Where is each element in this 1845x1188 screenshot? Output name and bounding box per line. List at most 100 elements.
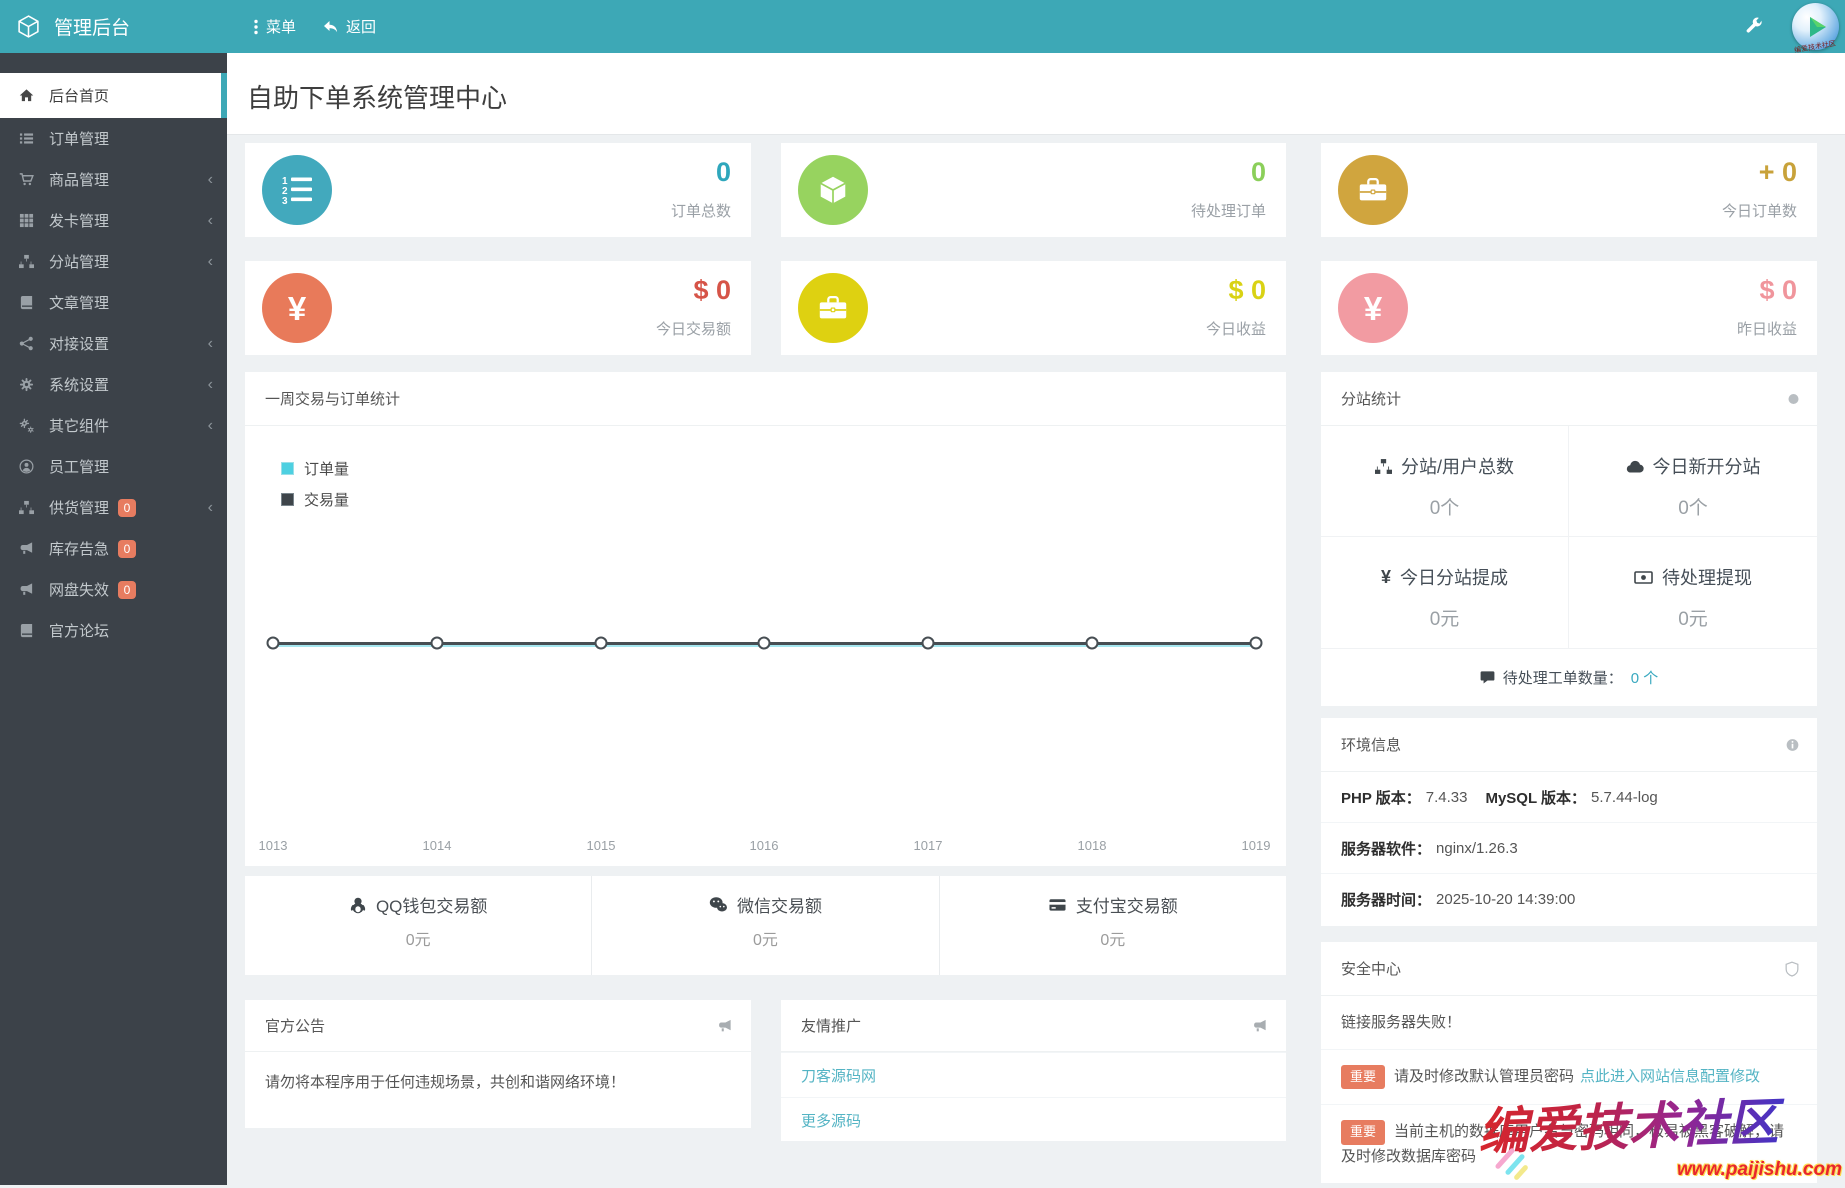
stat-value: + 0 <box>1759 157 1797 188</box>
cart-icon <box>17 172 36 187</box>
stat-value: 0 <box>716 157 731 188</box>
chart-point <box>595 637 608 650</box>
x-tick: 1016 <box>750 838 779 853</box>
reply-arrow-icon <box>322 19 339 34</box>
sidebar-item-components[interactable]: 其它组件 ‹ <box>0 405 227 446</box>
promo-link-daoke[interactable]: 刀客源码网 <box>781 1052 1286 1097</box>
sidebar-item-drive-expired[interactable]: 网盘失效 0 <box>0 569 227 610</box>
sidebar-item-substations[interactable]: 分站管理 ‹ <box>0 241 227 282</box>
chart-point <box>1086 637 1099 650</box>
sidebar-item-home[interactable]: 后台首页 <box>0 73 227 118</box>
cube-logo-icon <box>16 14 41 39</box>
sidebar-item-official-forum[interactable]: 官方论坛 <box>0 610 227 651</box>
promo-link-more[interactable]: 更多源码 <box>781 1097 1286 1142</box>
page-title: 自助下单系统管理中心 <box>247 78 507 115</box>
x-tick: 1019 <box>1242 838 1271 853</box>
line-chart: 订单量 交易量 1013 1014 1015 1016 1017 1018 10… <box>245 426 1286 866</box>
stat-card-today-orders[interactable]: + 0 今日订单数 <box>1321 143 1817 237</box>
list-ol-icon: 123 <box>262 155 332 225</box>
comment-icon <box>1480 670 1495 684</box>
sidebar-item-products[interactable]: 商品管理 ‹ <box>0 159 227 200</box>
share-nodes-icon <box>17 336 36 351</box>
pending-tickets-row: 待处理工单数量： 0 个 <box>1321 648 1817 705</box>
menu-toggle-button[interactable]: 菜单 <box>253 0 296 53</box>
qq-icon <box>349 896 367 914</box>
sidebar-item-orders[interactable]: 订单管理 <box>0 118 227 159</box>
count-badge: 0 <box>118 499 136 517</box>
sidebar-item-suppliers[interactable]: 供货管理 0 ‹ <box>0 487 227 528</box>
grid-icon <box>17 213 36 228</box>
security-center-panel: 安全中心 链接服务器失败！ 重要请及时修改默认管理员密码点此进入网站信息配置修改… <box>1321 942 1817 1183</box>
yen-icon: ¥ <box>1381 567 1391 588</box>
bullhorn-icon <box>17 541 36 556</box>
stat-label: 今日收益 <box>1206 318 1266 339</box>
sitemap-icon <box>17 254 36 269</box>
stat-card-today-volume[interactable]: ¥ $ 0 今日交易额 <box>245 261 751 355</box>
announcement-panel: 官方公告 请勿将本程序用于任何违规场景，共创和谐网络环境！ <box>245 1000 751 1128</box>
wechat-cell: 微信交易额 0元 <box>591 876 938 975</box>
server-link-alert: 链接服务器失败！ <box>1321 996 1817 1050</box>
chevron-left-icon: ‹ <box>208 172 213 188</box>
list-icon <box>17 131 36 146</box>
substation-commission-cell: ¥ 今日分站提成 0元 <box>1321 537 1569 648</box>
wrench-icon[interactable] <box>1744 16 1763 35</box>
svg-text:3: 3 <box>282 196 288 207</box>
count-badge: 0 <box>118 581 136 599</box>
security-warning-row: 重要请及时修改默认管理员密码点此进入网站信息配置修改 <box>1321 1050 1817 1105</box>
config-link[interactable]: 点此进入网站信息配置修改 <box>1580 1068 1760 1085</box>
stat-label: 订单总数 <box>671 200 731 221</box>
pending-tickets-value: 0 个 <box>1631 667 1659 688</box>
payment-value: 0元 <box>245 926 591 950</box>
chart-point <box>1250 637 1263 650</box>
circle-icon <box>1788 393 1799 404</box>
substation-value: 0个 <box>1321 493 1568 520</box>
important-badge: 重要 <box>1341 1120 1385 1144</box>
sidebar-item-integration[interactable]: 对接设置 ‹ <box>0 323 227 364</box>
chart-point <box>267 637 280 650</box>
sidebar-item-cards[interactable]: 发卡管理 ‹ <box>0 200 227 241</box>
environment-panel: 环境信息 PHP 版本：7.4.33 MySQL 版本：5.7.44-log 服… <box>1321 718 1817 926</box>
stat-label: 昨日收益 <box>1737 318 1797 339</box>
sidebar-item-staff[interactable]: 员工管理 <box>0 446 227 487</box>
user-circle-icon <box>17 459 36 474</box>
chart-point <box>758 637 771 650</box>
count-badge: 0 <box>118 540 136 558</box>
chevron-left-icon: ‹ <box>208 213 213 229</box>
bullhorn-icon <box>1252 1018 1268 1033</box>
legend-item-orders[interactable]: 订单量 <box>281 458 349 479</box>
bullhorn-icon <box>717 1018 733 1033</box>
stat-card-today-profit[interactable]: $ 0 今日收益 <box>781 261 1286 355</box>
brand[interactable]: 管理后台 <box>0 13 227 40</box>
env-row-php-mysql: PHP 版本：7.4.33 MySQL 版本：5.7.44-log <box>1321 772 1817 823</box>
stat-card-pending-orders[interactable]: 0 待处理订单 <box>781 143 1286 237</box>
ellipsis-vertical-icon <box>253 19 259 35</box>
briefcase-icon <box>1338 155 1408 225</box>
bullhorn-icon <box>17 582 36 597</box>
alipay-cell: 支付宝交易额 0元 <box>939 876 1286 975</box>
chevron-left-icon: ‹ <box>208 377 213 393</box>
topbar: 管理后台 菜单 返回 <box>0 0 1845 53</box>
stat-value: 0 <box>1251 157 1266 188</box>
stat-card-total-orders[interactable]: 123 0 订单总数 <box>245 143 751 237</box>
legend-item-volume[interactable]: 交易量 <box>281 489 349 510</box>
sidebar-item-system-settings[interactable]: 系统设置 ‹ <box>0 364 227 405</box>
substation-new-today-cell: 今日新开分站 0个 <box>1569 426 1817 537</box>
gears-icon <box>17 418 36 433</box>
stat-value: $ 0 <box>1228 275 1266 306</box>
substation-users-cell: 分站/用户总数 0个 <box>1321 426 1569 537</box>
chart-panel-title: 一周交易与订单统计 <box>245 372 1286 426</box>
sidebar-item-stock-alert[interactable]: 库存告急 0 <box>0 528 227 569</box>
credit-card-icon <box>1048 896 1067 913</box>
qq-wallet-cell: QQ钱包交易额 0元 <box>245 876 591 975</box>
payment-summary-strip: QQ钱包交易额 0元 微信交易额 0元 支付宝交易额 0元 <box>245 876 1286 975</box>
chart-legend: 订单量 交易量 <box>281 458 349 520</box>
info-icon <box>1786 738 1799 751</box>
x-tick: 1017 <box>914 838 943 853</box>
shield-icon <box>1785 961 1799 977</box>
substation-withdraw-cell: 待处理提现 0元 <box>1569 537 1817 648</box>
sitemap-icon <box>1375 458 1392 475</box>
sidebar-item-articles[interactable]: 文章管理 <box>0 282 227 323</box>
stat-card-yesterday-profit[interactable]: ¥ $ 0 昨日收益 <box>1321 261 1817 355</box>
back-button[interactable]: 返回 <box>322 0 376 53</box>
substation-value: 0元 <box>1321 604 1568 631</box>
